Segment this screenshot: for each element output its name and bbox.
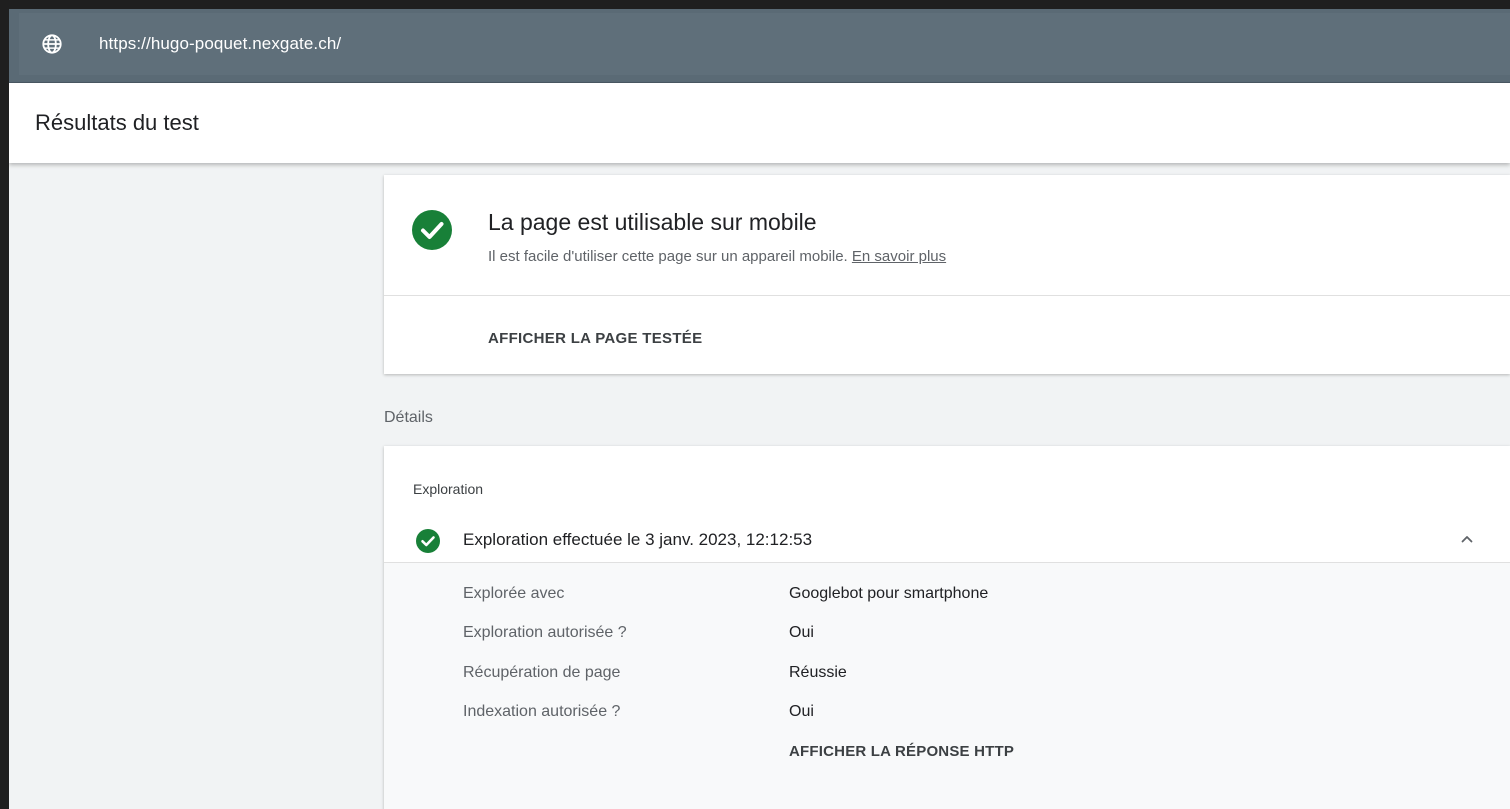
detail-value-crawl-allowed: Oui	[789, 624, 814, 641]
globe-icon	[39, 31, 65, 57]
details-heading: Détails	[384, 409, 433, 426]
result-description: Il est facile d'utiliser cette page sur …	[488, 248, 848, 265]
detail-value-crawled-with: Googlebot pour smartphone	[789, 585, 989, 602]
result-title: La page est utilisable sur mobile	[488, 209, 817, 235]
main-content: La page est utilisable sur mobile Il est…	[9, 163, 1510, 809]
learn-more-link[interactable]: En savoir plus	[852, 248, 946, 265]
crawl-section-label: Exploration	[413, 481, 484, 497]
url-bar-inner: https://hugo-poquet.nexgate.ch/	[19, 13, 1510, 75]
app-frame: https://hugo-poquet.nexgate.ch/ Résultat…	[9, 9, 1510, 809]
check-circle-icon	[412, 210, 452, 250]
detail-key-page-fetch: Récupération de page	[463, 664, 621, 681]
crawl-details: Explorée avec Googlebot pour smartphone …	[384, 563, 1510, 809]
check-circle-icon	[416, 529, 440, 553]
detail-key-crawl-allowed: Exploration autorisée ?	[463, 624, 627, 641]
result-card: La page est utilisable sur mobile Il est…	[384, 175, 1510, 374]
tested-url: https://hugo-poquet.nexgate.ch/	[99, 34, 342, 53]
detail-key-crawled-with: Explorée avec	[463, 585, 565, 602]
view-http-response-button[interactable]: AFFICHER LA RÉPONSE HTTP	[789, 743, 1014, 760]
detail-value-indexing-allowed: Oui	[789, 703, 814, 720]
detail-value-page-fetch: Réussie	[789, 664, 847, 681]
chevron-up-icon[interactable]	[1458, 530, 1476, 548]
detail-key-indexing-allowed: Indexation autorisée ?	[463, 703, 621, 720]
details-card: Exploration Exploration effectuée le 3 j…	[384, 446, 1510, 809]
result-summary: La page est utilisable sur mobile Il est…	[384, 175, 1510, 296]
crawl-summary-text: Exploration effectuée le 3 janv. 2023, 1…	[463, 530, 813, 549]
page-header: Résultats du test	[9, 83, 1510, 163]
view-tested-page-button[interactable]: AFFICHER LA PAGE TESTÉE	[488, 330, 702, 347]
result-subtitle: Il est facile d'utiliser cette page sur …	[488, 248, 946, 265]
url-bar: https://hugo-poquet.nexgate.ch/	[9, 9, 1510, 83]
page-title: Résultats du test	[35, 110, 199, 135]
crawl-summary-row[interactable]: Exploration effectuée le 3 janv. 2023, 1…	[384, 516, 1510, 563]
